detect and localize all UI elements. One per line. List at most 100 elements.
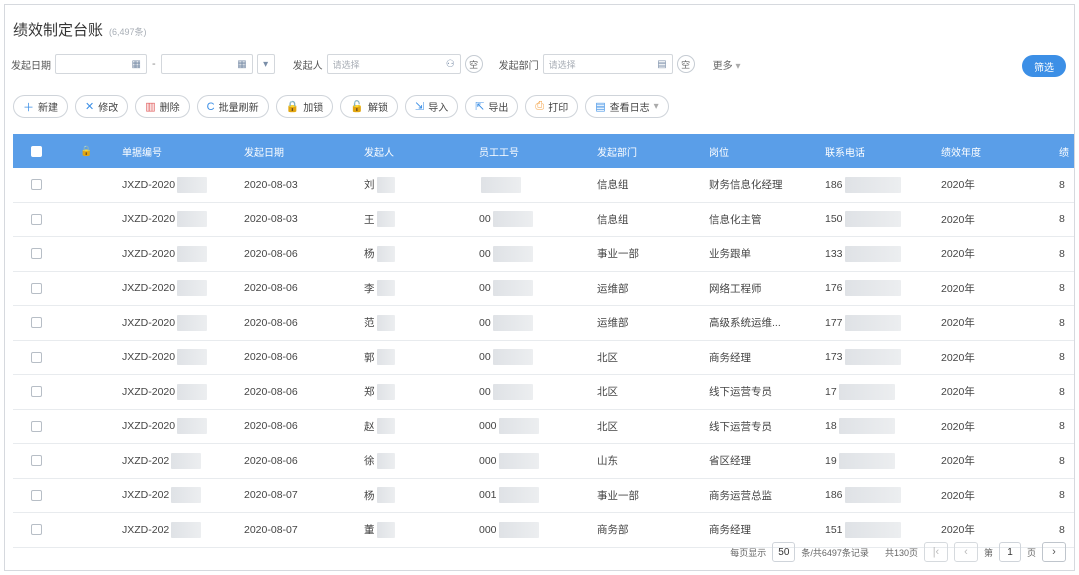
cell-year: 2020年 [933,306,1053,340]
table-row[interactable]: JXZD-2020 2020-08-06 赵 000 北区 线下运营专员 18 2020年 8 [13,410,1074,444]
header-year[interactable]: 绩效年度 [933,134,1053,168]
initiator-input[interactable]: 请选择 ⚇ [326,54,461,74]
trash-button[interactable]: ▥ 删除 [135,95,190,118]
cell-text: 2020-08-06 [244,282,298,295]
lock-button[interactable]: 🔒 加锁 [275,95,334,118]
row-checkbox[interactable] [30,317,42,329]
start-date-input[interactable]: ▦ [55,54,147,74]
unlock-button[interactable]: 🔓 解锁 [340,95,398,118]
cell-text: 176 [825,282,843,295]
cell-text: 2020年 [941,455,975,468]
record-count: (6,497条) [109,27,147,37]
prev-page-button[interactable]: ‹ [953,542,978,562]
toolbar-button-label: 打印 [548,103,569,114]
header-initiator[interactable]: 发起人 [356,134,471,168]
table-row[interactable]: JXZD-2020 2020-08-06 范 00 运维部 高级系统运维... 177 202… [13,306,1074,341]
cell-text: 2020年 [941,179,975,192]
cell-text: 8 [1059,213,1065,226]
cell-text: 19 [825,454,837,467]
row-checkbox[interactable] [30,489,42,501]
refresh-button[interactable]: C 批量刷新 [196,95,269,118]
dept-input[interactable]: 请选择 ▤ [542,54,673,74]
table-row[interactable]: JXZD-2020 2020-08-06 郑 00 北区 线下运营专员 17 2020年 8 [13,375,1074,410]
cell-text: 00 [479,385,491,398]
filter-button[interactable]: 筛选 [1022,55,1066,77]
row-checkbox[interactable] [30,248,42,260]
more-filters-toggle[interactable]: 更多 ▾ [713,57,741,72]
cell-post: 商务运营总监 [701,479,817,513]
table-header: 🔒 单据编号 发起日期 发起人 员工工号 发起部门 岗位 联系电话 绩效年度 绩 [13,134,1074,168]
end-date-input[interactable]: ▦ [160,54,253,74]
row-lock-cell [59,272,114,306]
calendar-icon[interactable]: ▦ [237,59,246,70]
edit-button[interactable]: ✕ 修改 [75,95,129,118]
user-icon[interactable]: ⚇ [446,59,455,70]
cell-extra: 8 [1053,237,1074,271]
table-row[interactable]: JXZD-202 2020-08-06 徐 000 山东 省区经理 19 2020年 8 [13,444,1074,479]
import-button[interactable]: ⇲ 导入 [404,95,459,118]
header-date[interactable]: 发起日期 [236,134,356,168]
cell-text: 8 [1059,420,1065,433]
cell-text: 信息化主管 [709,213,762,226]
select-all-checkbox[interactable] [30,145,42,157]
cell-text: 2020年 [941,420,975,433]
cell-doc: JXZD-2020 [114,341,236,375]
table-row[interactable]: JXZD-2020 2020-08-03 刘 信息组 财务信息化经理 186 2020年 8 [13,168,1074,203]
page-suffix: 页 [1026,547,1036,558]
row-checkbox[interactable] [30,351,42,363]
cell-post: 网络工程师 [701,272,817,306]
date-dropdown[interactable]: ▾ [256,54,275,74]
log-button[interactable]: ▤ 查看日志 ▾ [585,95,669,118]
per-page-input[interactable]: 50 [772,542,796,562]
calendar-icon[interactable]: ▦ [132,59,141,70]
cell-text: 业务跟单 [709,248,751,261]
page-number-input[interactable]: 1 [998,542,1021,562]
next-page-button[interactable]: › [1042,542,1066,562]
table-row[interactable]: JXZD-2020 2020-08-06 杨 00 事业一部 业务跟单 133 2020年 8 [13,237,1074,272]
table-row[interactable]: JXZD-2020 2020-08-06 李 00 运维部 网络工程师 176 2020年 8 [13,272,1074,306]
row-checkbox[interactable] [30,282,42,294]
header-position[interactable]: 岗位 [701,134,817,168]
header-department[interactable]: 发起部门 [589,134,701,168]
cell-text: 2020-08-06 [244,454,298,467]
redacted-mask [376,418,395,435]
dept-clear-button[interactable]: 空 [676,55,695,73]
header-phone[interactable]: 联系电话 [817,134,933,168]
cell-emp: 00 [471,341,589,375]
first-page-button[interactable]: |‹ [923,542,948,562]
row-checkbox[interactable] [30,420,42,432]
lock-column-header: 🔒 [59,134,114,168]
initiator-clear-button[interactable]: 空 [464,55,483,73]
redacted-mask [844,314,901,331]
cell-text: JXZD-2020 [122,247,176,260]
table-row[interactable]: JXZD-2020 2020-08-03 王 00 信息组 信息化主管 150 2020年 8 [13,203,1074,237]
print-button[interactable]: ⎙ 打印 [525,95,579,118]
cell-phone: 177 [817,306,933,340]
cell-doc: JXZD-202 [114,479,236,513]
row-checkbox[interactable] [30,386,42,398]
header-doc-no[interactable]: 单据编号 [114,134,236,168]
redacted-mask [376,349,395,366]
cell-date: 2020-08-06 [236,306,356,340]
export-button[interactable]: ⇱ 导出 [465,95,519,118]
row-checkbox[interactable] [30,524,42,536]
cell-text: 赵 [364,420,375,433]
header-employee-id[interactable]: 员工工号 [471,134,589,168]
org-chart-icon[interactable]: ▤ [657,59,666,70]
cell-person: 徐 [356,444,471,478]
pagination: 每页显示 50 条/共6497条记录 共130页 |‹ ‹ 第 1 页 › [730,540,1066,564]
redacted-mask [376,383,395,400]
table-row[interactable]: JXZD-202 2020-08-07 杨 001 事业一部 商务运营总监 186 2020年… [13,479,1074,513]
table-row[interactable]: JXZD-2020 2020-08-06 郭 00 北区 商务经理 173 2020年 8 [13,341,1074,375]
trash-icon: ▥ [145,101,156,113]
row-checkbox[interactable] [30,213,42,225]
cell-text: 运维部 [597,317,629,330]
row-select-cell [13,203,59,237]
header-extra[interactable]: 绩 [1053,134,1074,168]
plus-button[interactable]: ＋ 新建 [13,95,68,118]
row-checkbox[interactable] [30,455,42,467]
cell-phone: 186 [817,168,933,202]
cell-dept: 山东 [589,444,701,478]
row-checkbox[interactable] [30,179,42,191]
cell-post: 线下运营专员 [701,410,817,444]
